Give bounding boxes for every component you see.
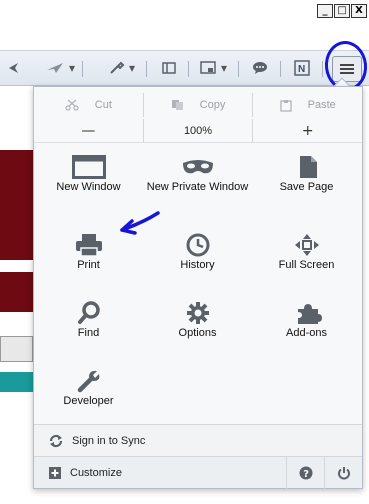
bookmark-plane-icon[interactable]	[44, 58, 66, 78]
screenshot-icon[interactable]	[198, 58, 218, 78]
navigation-toolbar: ▾ ▾ ▾ N	[0, 50, 369, 86]
clock-icon	[186, 233, 209, 257]
paste-button[interactable]: Paste	[252, 93, 362, 117]
find-button[interactable]: Find	[34, 293, 143, 359]
chevron-down-icon[interactable]: ▾	[218, 58, 230, 78]
quit-button[interactable]	[324, 457, 362, 489]
paste-label: Paste	[307, 99, 336, 111]
help-button[interactable]: ?	[286, 457, 324, 489]
back-arrow-icon[interactable]	[4, 58, 22, 78]
footer-right-buttons: ?	[286, 457, 362, 489]
zoom-reset-button[interactable]: 100%	[142, 119, 253, 142]
options-button[interactable]: Options	[143, 293, 252, 359]
new-window-button[interactable]: New Window	[34, 147, 143, 213]
annotation-arrow	[120, 211, 160, 235]
clipboard-icon	[279, 99, 292, 112]
scissors-icon	[65, 99, 79, 111]
customize-row: Customize ?	[34, 456, 362, 489]
restore-button[interactable]: □	[334, 4, 350, 18]
minus-icon: —	[81, 122, 96, 139]
tile-label: Save Page	[279, 181, 334, 193]
help-icon: ?	[299, 466, 312, 480]
svg-text:N: N	[298, 64, 305, 75]
chat-bubble-icon[interactable]	[250, 58, 270, 78]
tools-wrench-icon[interactable]	[108, 58, 126, 78]
tile-label: Print	[77, 259, 100, 271]
add-ons-button[interactable]: Add-ons	[252, 293, 361, 359]
background-page-block	[0, 372, 33, 392]
window-titlebar: _ □ X	[0, 0, 369, 22]
background-page-block	[0, 150, 33, 260]
customize-button[interactable]: Customize	[70, 467, 122, 479]
zoom-controls: — 100% +	[34, 119, 362, 143]
puzzle-icon	[297, 304, 322, 324]
tile-label: New Window	[56, 181, 121, 193]
page-icon	[299, 156, 317, 178]
fullscreen-icon	[294, 234, 319, 256]
sign-in-to-sync-button[interactable]: Sign in to Sync	[34, 424, 362, 456]
wrench-icon	[77, 370, 99, 393]
cut-label: Cut	[94, 99, 112, 111]
tile-label: New Private Window	[146, 181, 249, 193]
power-icon	[337, 467, 350, 480]
tile-label: Find	[77, 327, 100, 339]
background-page-block	[0, 272, 33, 312]
onenote-icon[interactable]: N	[292, 58, 312, 78]
cut-button[interactable]: Cut	[34, 93, 143, 117]
customize-plus-icon	[49, 466, 61, 479]
background-page-block	[0, 336, 33, 362]
tile-label: History	[180, 259, 215, 271]
tile-label: Full Screen	[278, 259, 335, 271]
gear-icon	[186, 302, 209, 324]
chevron-down-icon[interactable]: ▾	[126, 58, 138, 78]
sync-label: Sign in to Sync	[72, 434, 146, 447]
zoom-out-button[interactable]: —	[34, 119, 143, 142]
sync-icon	[49, 434, 63, 447]
copy-button[interactable]: Copy	[142, 93, 253, 117]
window-controls: _ □ X	[317, 4, 367, 18]
chevron-down-icon[interactable]: ▾	[66, 58, 78, 78]
printer-icon	[75, 234, 102, 257]
plus-icon: +	[301, 122, 314, 139]
svg-text:?: ?	[303, 469, 309, 480]
magnifier-icon	[77, 301, 100, 324]
window-icon	[71, 155, 106, 179]
tile-label: Options	[178, 327, 217, 339]
copy-icon	[171, 100, 183, 110]
tile-label: Add-ons	[286, 327, 327, 339]
new-private-window-button[interactable]: New Private Window	[143, 147, 252, 213]
main-menu-panel: Cut Copy Paste — 100% + New Window New P…	[33, 86, 363, 489]
sidebar-icon[interactable]	[160, 58, 178, 78]
zoom-level: 100%	[183, 124, 213, 137]
save-page-button[interactable]: Save Page	[252, 147, 361, 213]
tile-label: Developer	[63, 395, 114, 407]
edit-controls: Cut Copy Paste	[34, 93, 362, 117]
full-screen-button[interactable]: Full Screen	[252, 225, 361, 291]
close-button[interactable]: X	[351, 4, 367, 18]
copy-label: Copy	[199, 99, 226, 111]
minimize-button[interactable]: _	[317, 4, 333, 18]
private-mask-icon	[182, 160, 213, 174]
zoom-in-button[interactable]: +	[252, 119, 362, 142]
developer-button[interactable]: Developer	[34, 361, 143, 427]
